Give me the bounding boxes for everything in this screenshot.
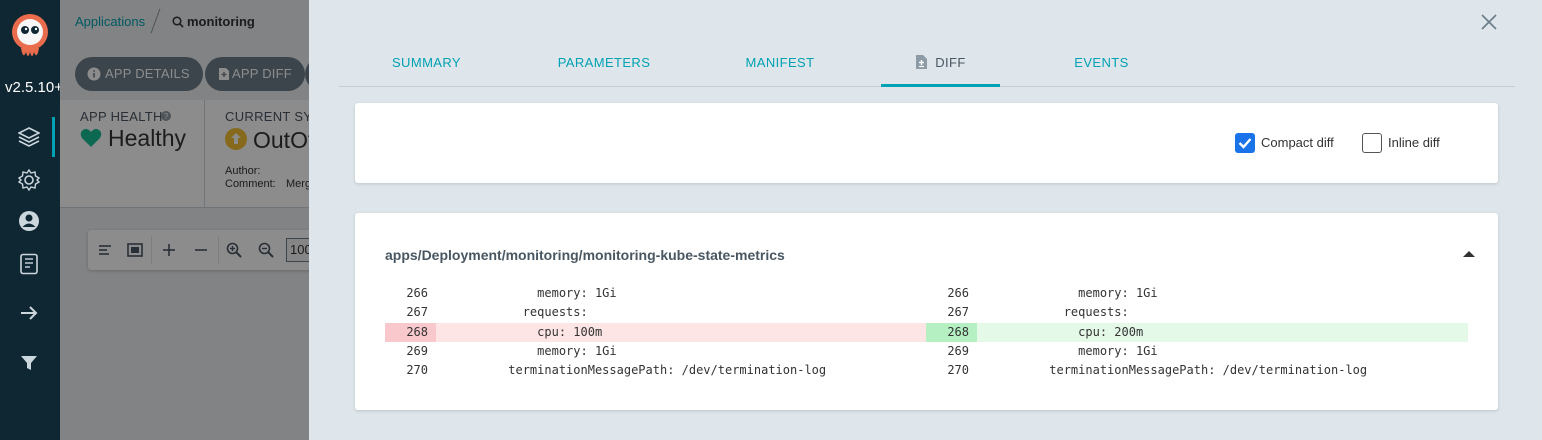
code-line: terminationMessagePath: /dev/termination…: [977, 363, 1368, 377]
logout-arrow-icon[interactable]: [18, 302, 40, 324]
line-number: 270: [406, 363, 428, 377]
tab-diff[interactable]: DIFF: [881, 40, 1000, 87]
diff-card: apps/Deployment/monitoring/monitoring-ku…: [355, 213, 1498, 410]
tab-parameters-label: PARAMETERS: [557, 55, 651, 70]
line-number: 266: [406, 286, 428, 300]
active-nav-indicator: [52, 117, 55, 157]
diff-right-line: 267 requests:: [926, 303, 1468, 322]
line-number: 266: [947, 286, 969, 300]
user-icon[interactable]: [18, 210, 40, 232]
inline-diff-checkbox[interactable]: [1362, 133, 1382, 153]
line-number: 267: [947, 305, 969, 319]
version-label: v2.5.10+: [5, 79, 63, 96]
collapse-caret-up-icon[interactable]: [1462, 249, 1476, 259]
argo-logo-icon[interactable]: [9, 12, 51, 62]
diff-sliding-panel: SUMMARY PARAMETERS MANIFEST DIFF EVENTS …: [309, 0, 1542, 440]
code-line: memory: 1Gi: [436, 286, 617, 300]
line-number: 267: [406, 305, 428, 319]
line-number: 268: [385, 323, 436, 342]
tab-manifest-label: MANIFEST: [745, 55, 815, 70]
code-line: memory: 1Gi: [977, 344, 1158, 358]
tab-summary[interactable]: SUMMARY: [379, 40, 474, 87]
settings-gear-icon[interactable]: [18, 169, 40, 191]
diff-left-line: 267 requests:: [385, 303, 926, 322]
line-number: 268: [926, 323, 977, 342]
filter-icon[interactable]: [18, 352, 40, 374]
diff-left-line: 266 memory: 1Gi: [385, 284, 926, 303]
file-diff-icon: [916, 55, 928, 69]
compact-diff-checkbox[interactable]: [1235, 133, 1255, 153]
tab-events-label: EVENTS: [1074, 55, 1129, 70]
code-line: requests:: [977, 305, 1129, 319]
diff-left-line: 270 terminationMessagePath: /dev/termina…: [385, 361, 926, 380]
diff-removed-line: 268 cpu: 100m: [385, 323, 926, 342]
diff-options-card: Compact diff Inline diff: [355, 103, 1498, 183]
diff-left-line: 269 memory: 1Gi: [385, 342, 926, 361]
code-line: terminationMessagePath: /dev/termination…: [436, 363, 827, 377]
panel-tabs: SUMMARY PARAMETERS MANIFEST DIFF EVENTS: [339, 40, 1515, 87]
left-nav-rail: v2.5.10+: [0, 0, 63, 440]
modal-backdrop[interactable]: [60, 0, 309, 440]
line-number: 269: [947, 344, 969, 358]
line-number: 269: [406, 344, 428, 358]
docs-icon[interactable]: [18, 253, 40, 275]
inline-diff-label[interactable]: Inline diff: [1388, 135, 1440, 150]
tab-events[interactable]: EVENTS: [1064, 40, 1139, 87]
tab-manifest[interactable]: MANIFEST: [735, 40, 825, 87]
diff-resource-title: apps/Deployment/monitoring/monitoring-ku…: [385, 247, 785, 263]
code-line: cpu: 100m: [436, 323, 926, 342]
code-line: cpu: 200m: [977, 323, 1468, 342]
line-number: 270: [947, 363, 969, 377]
checkmark-icon: [1238, 138, 1252, 149]
diff-added-line: 268 cpu: 200m: [926, 323, 1468, 342]
compact-diff-label[interactable]: Compact diff: [1261, 135, 1334, 150]
code-line: requests:: [436, 305, 588, 319]
tab-diff-label: DIFF: [935, 55, 966, 70]
tab-parameters[interactable]: PARAMETERS: [549, 40, 659, 87]
tab-summary-label: SUMMARY: [391, 55, 461, 70]
close-icon[interactable]: [1479, 12, 1499, 32]
diff-right-line: 269 memory: 1Gi: [926, 342, 1468, 361]
diff-right-line: 270 terminationMessagePath: /dev/termina…: [926, 361, 1468, 380]
code-line: memory: 1Gi: [977, 286, 1158, 300]
applications-stack-icon[interactable]: [18, 126, 40, 148]
code-line: memory: 1Gi: [436, 344, 617, 358]
diff-right-line: 266 memory: 1Gi: [926, 284, 1468, 303]
